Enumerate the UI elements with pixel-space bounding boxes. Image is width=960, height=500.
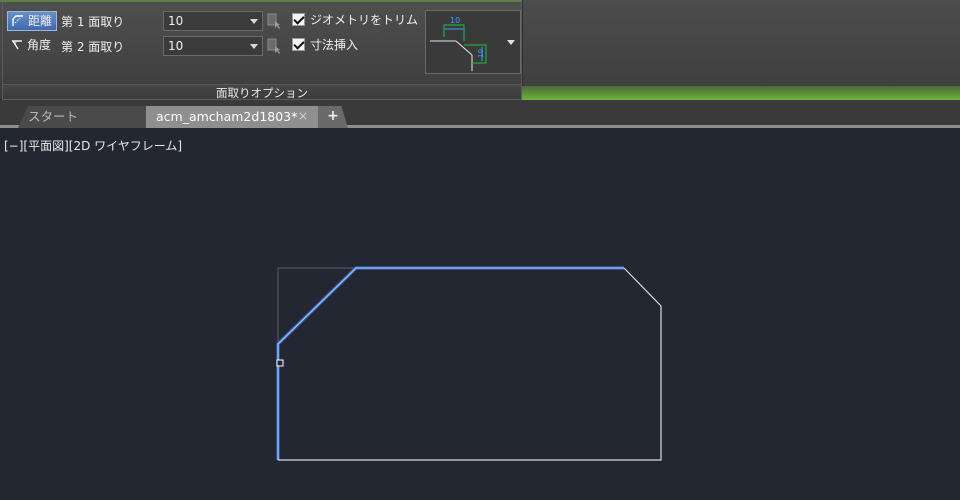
add-tab-button[interactable]: + xyxy=(318,106,348,128)
close-icon[interactable]: × xyxy=(298,106,308,127)
ribbon-accent-bar xyxy=(522,86,960,100)
preview-dropdown-icon[interactable] xyxy=(507,40,515,45)
first-chamfer-label: 第 1 面取り xyxy=(61,15,125,29)
insert-dimension-checkbox[interactable] xyxy=(292,38,305,51)
tab-start-label: スタート xyxy=(28,109,79,124)
tab-document-label: acm_amcham2d1803* xyxy=(156,109,298,124)
distance-mode-button[interactable]: 距離 xyxy=(7,11,58,31)
trim-geometry-label: ジオメトリをトリム xyxy=(310,13,419,27)
chamfer-distance-icon xyxy=(12,15,23,26)
chevron-down-icon xyxy=(250,44,258,49)
angle-mode-label: 角度 xyxy=(27,38,52,52)
pick-point-icon[interactable] xyxy=(267,38,281,54)
distance-mode-label: 距離 xyxy=(28,14,53,28)
angle-mode-button[interactable]: 角度 xyxy=(7,36,55,56)
trim-geometry-checkbox[interactable] xyxy=(292,13,305,26)
preview-dim-top: 10 xyxy=(450,16,460,25)
ribbon: 距離 角度 第 1 面取り 10 第 2 面取り 10 ジオメトリをトリム 寸法… xyxy=(0,0,960,100)
selected-polyline[interactable] xyxy=(277,267,624,460)
insert-dimension-label: 寸法挿入 xyxy=(310,38,359,52)
chamfer-options-panel: 距離 角度 第 1 面取り 10 第 2 面取り 10 ジオメトリをトリム 寸法… xyxy=(2,2,522,100)
second-chamfer-value: 10 xyxy=(168,39,184,53)
chevron-down-icon xyxy=(250,19,258,24)
pick-point-icon[interactable] xyxy=(267,13,281,29)
document-tab-bar: スタート acm_amcham2d1803* × + xyxy=(0,100,960,128)
first-chamfer-value: 10 xyxy=(168,14,184,28)
second-chamfer-combo[interactable]: 10 xyxy=(163,36,263,56)
tab-document[interactable]: acm_amcham2d1803* × xyxy=(146,106,318,128)
selection-glow xyxy=(276,266,624,460)
grip-point[interactable] xyxy=(276,359,284,367)
chamfer-preview-graphic: 10 10 xyxy=(430,16,487,71)
chamfer-angle-icon xyxy=(12,40,22,50)
ribbon-empty-area xyxy=(522,0,960,88)
polyline-geometry[interactable] xyxy=(278,267,662,461)
first-chamfer-combo[interactable]: 10 xyxy=(163,11,263,31)
drawing-canvas[interactable] xyxy=(0,131,960,500)
panel-title: 面取りオプション xyxy=(3,84,521,100)
preview-dim-right: 10 xyxy=(477,49,485,58)
tab-start[interactable]: スタート xyxy=(18,106,146,128)
second-chamfer-label: 第 2 面取り xyxy=(61,40,125,54)
